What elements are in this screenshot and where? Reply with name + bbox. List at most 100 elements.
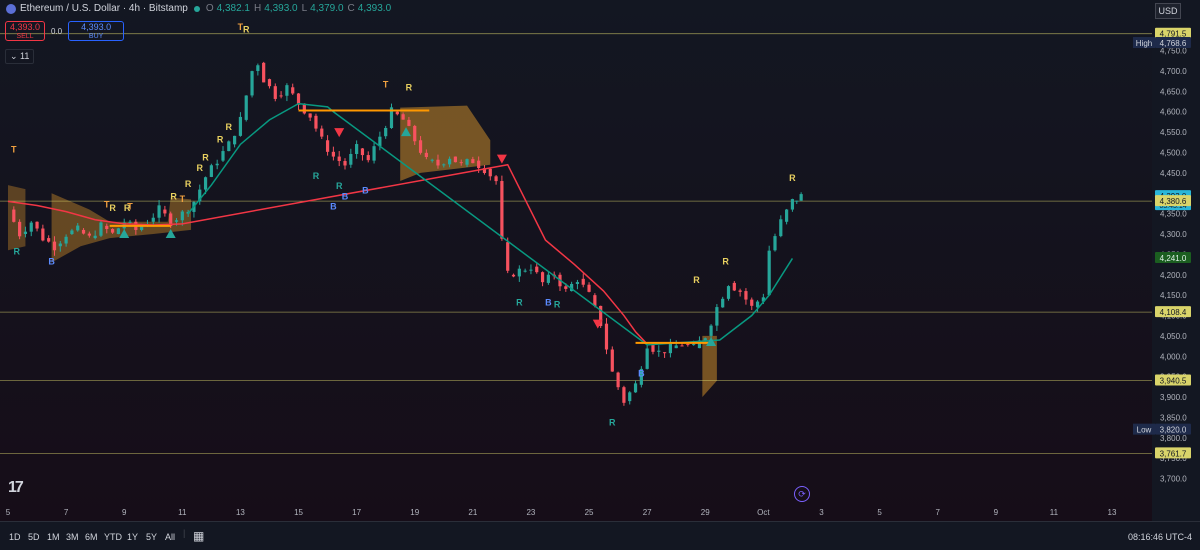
x-tick-label: 7 — [935, 508, 940, 517]
x-tick-label: 23 — [526, 508, 535, 517]
candle-down — [41, 228, 45, 241]
candle-up — [256, 65, 260, 71]
x-tick-label: 13 — [236, 508, 245, 517]
candle-down — [343, 161, 347, 166]
signal-marker-r: R — [124, 203, 131, 213]
zone-band-start — [8, 185, 26, 251]
candle-down — [337, 156, 341, 162]
candle-down — [81, 229, 86, 234]
x-tick-label: 15 — [294, 508, 303, 517]
candle-down — [273, 86, 277, 99]
x-tick-label: 3 — [819, 508, 824, 517]
price-chart[interactable]: TRBT R TRR TRRRRRT RRRBBBT RR B RRBRRR 3,700.03… — [0, 0, 1200, 549]
candle-up — [674, 345, 678, 349]
range-1y[interactable]: 1Y — [127, 532, 138, 542]
trade-panel: 4,393.0 SELL 0.0 4,393.0 BUY — [5, 21, 125, 41]
range-ytd[interactable]: YTD — [104, 532, 122, 542]
candle-down — [662, 352, 667, 354]
y-tick-label: 4,450.0 — [1160, 169, 1187, 178]
signal-marker-b: B — [638, 369, 645, 379]
candle-up — [372, 146, 376, 161]
candle-down — [325, 140, 330, 152]
signal-marker-b: B — [330, 202, 337, 212]
buy-button[interactable]: 4,393.0 BUY — [68, 21, 125, 41]
candle-up — [250, 71, 254, 96]
calendar-icon[interactable]: ▦ — [193, 529, 204, 543]
toolbar-divider: | — [183, 528, 186, 538]
tradingview-logo-icon[interactable]: 17 — [8, 479, 24, 497]
range-1m[interactable]: 1M — [47, 532, 60, 542]
extreme-prefix: High — [1136, 39, 1152, 48]
range-1d[interactable]: 1D — [9, 532, 21, 542]
replay-icon[interactable]: ⟳ — [794, 486, 810, 502]
candle-up — [93, 235, 97, 239]
candle-up — [709, 325, 713, 336]
candle-up — [349, 153, 353, 165]
range-3m[interactable]: 3M — [66, 532, 79, 542]
candle-up — [668, 343, 672, 354]
y-tick-label: 4,150.0 — [1160, 291, 1187, 300]
candle-down — [622, 387, 626, 403]
candle-down — [494, 176, 498, 182]
signal-marker-r: R — [336, 181, 343, 191]
y-tick-label: 4,000.0 — [1160, 352, 1187, 361]
sell-button[interactable]: 4,393.0 SELL — [5, 21, 45, 41]
candle-up — [384, 127, 388, 137]
candle-up — [448, 158, 452, 165]
candle-up — [715, 307, 719, 326]
candle-up — [151, 217, 155, 222]
y-tick-label: 4,300.0 — [1160, 230, 1187, 239]
ethereum-logo-icon — [6, 3, 16, 14]
plot-background — [0, 0, 1200, 521]
indicators-toggle[interactable]: ⌄ 11 — [5, 49, 35, 64]
candle-up — [767, 250, 771, 296]
signal-marker-r: R — [609, 418, 616, 428]
candle-down — [418, 140, 423, 153]
buy-price: 4,393.0 — [81, 22, 112, 32]
candle-down — [262, 62, 266, 83]
x-tick-label: 17 — [352, 508, 361, 517]
range-all[interactable]: All — [165, 532, 175, 542]
candle-down — [738, 290, 742, 292]
candle-down — [477, 160, 481, 169]
price-label: 4,380.6 — [1160, 197, 1187, 206]
open-value: 4,382.1 — [216, 3, 250, 14]
symbol-title[interactable]: Ethereum / U.S. Dollar · 4h · Bitstamp — [20, 3, 188, 14]
candle-down — [744, 291, 748, 300]
candle-down — [163, 209, 167, 214]
candle-down — [12, 209, 16, 222]
candle-down — [279, 95, 283, 97]
price-label: 3,820.0 — [1160, 426, 1187, 435]
currency-selector[interactable]: USD — [1155, 3, 1181, 19]
candle-down — [407, 119, 411, 126]
range-6m[interactable]: 6M — [85, 532, 98, 542]
candle-up — [157, 205, 161, 218]
range-5d[interactable]: 5D — [28, 532, 40, 542]
candle-up — [799, 194, 803, 201]
range-5y[interactable]: 5Y — [146, 532, 157, 542]
price-label: 4,108.4 — [1160, 308, 1187, 317]
candle-down — [610, 349, 614, 372]
candle-down — [401, 114, 405, 120]
candle-up — [70, 230, 74, 235]
candle-up — [174, 220, 179, 222]
candle-down — [110, 229, 115, 233]
candle-up — [633, 383, 638, 393]
candle-up — [645, 348, 649, 369]
candle-up — [227, 141, 231, 152]
candle-down — [500, 181, 504, 239]
candle-down — [511, 274, 516, 277]
signal-marker-r: R — [516, 297, 523, 307]
y-tick-label: 3,700.0 — [1160, 475, 1187, 484]
signal-marker-b: B — [545, 297, 552, 307]
x-tick-label: 5 — [877, 508, 882, 517]
buy-label: BUY — [88, 33, 104, 40]
candle-up — [58, 243, 62, 247]
signal-marker-r: R — [554, 299, 561, 309]
candle-down — [535, 266, 539, 273]
candle-down — [308, 113, 312, 118]
candle-up — [355, 144, 359, 154]
candle-down — [18, 221, 22, 237]
candle-up — [442, 164, 446, 166]
x-tick-label: 13 — [1108, 508, 1117, 517]
